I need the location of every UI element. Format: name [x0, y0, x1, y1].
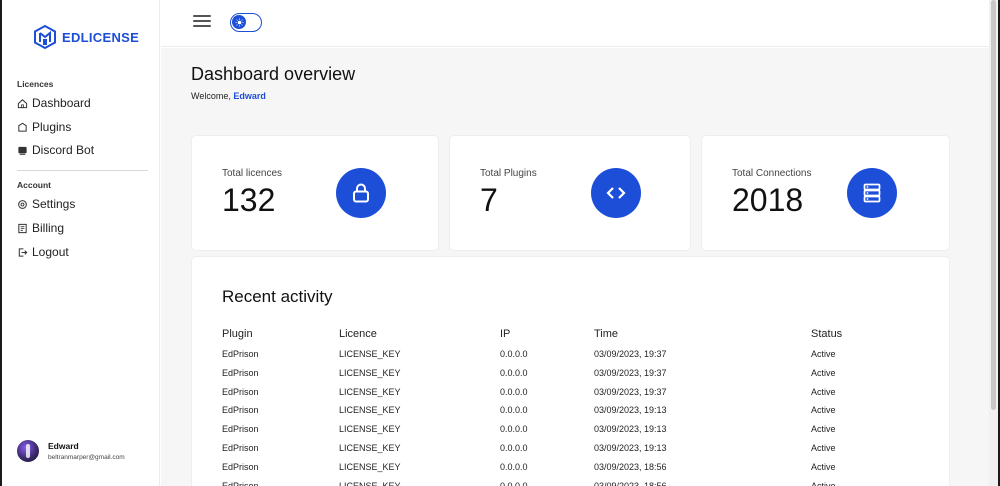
sidebar-item-label: Plugins	[32, 120, 72, 134]
table-cell-status: Active	[811, 405, 836, 416]
recent-activity-panel: Recent activity Plugin Licence IP Time S…	[192, 257, 949, 486]
stat-card-licences: Total licences 132	[192, 136, 438, 250]
user-profile[interactable]: Edward beltranmarper@gmail.com	[17, 440, 125, 462]
sidebar-item-label: Discord Bot	[32, 143, 95, 157]
sidebar-item-label: Billing	[32, 221, 65, 235]
theme-toggle[interactable]	[230, 13, 262, 32]
page-title: Dashboard overview	[191, 64, 356, 84]
column-header-status: Status	[811, 328, 843, 340]
table-cell-licence: LICENSE_KEY	[339, 367, 401, 378]
table-cell-status: Active	[811, 443, 836, 453]
table-cell-licence: LICENSE_KEY	[339, 424, 401, 435]
welcome-prefix: Welcome,	[191, 91, 231, 101]
column-header-time: Time	[594, 328, 619, 340]
table-cell-licence: LICENSE_KEY	[339, 405, 401, 416]
billing-icon	[18, 223, 27, 233]
lock-icon	[336, 168, 386, 218]
puzzle-icon	[18, 122, 27, 132]
sidebar-item-label: Dashboard	[32, 96, 91, 110]
table-cell-status: Active	[811, 386, 836, 397]
stat-value: 7	[480, 182, 498, 218]
code-icon	[591, 168, 641, 218]
table-cell-plugin: EdPrison	[222, 386, 259, 397]
sidebar-item-plugins[interactable]: Plugins	[17, 120, 71, 134]
hamburger-menu-icon[interactable]	[193, 15, 211, 29]
section-label-licences: Licences	[17, 79, 54, 89]
avatar	[17, 440, 39, 462]
welcome-user-name: Edward	[233, 91, 266, 101]
stat-value: 132	[222, 182, 276, 218]
sidebar-item-billing[interactable]: Billing	[17, 221, 64, 235]
sidebar-item-label: Logout	[32, 245, 69, 259]
stat-label: Total licences	[222, 168, 283, 179]
brand-name: EDLICENSE	[62, 29, 140, 45]
logout-icon	[18, 247, 28, 257]
section-title: Recent activity	[222, 287, 333, 306]
sidebar-item-logout[interactable]: Logout	[17, 245, 69, 259]
sun-icon	[232, 15, 246, 29]
table-cell-status: Active	[811, 349, 836, 359]
table-cell-time: 03/09/2023, 18:56	[594, 480, 667, 486]
bot-icon	[18, 146, 27, 155]
brand-logo[interactable]: EDLICENSE	[32, 24, 139, 50]
scrollbar-thumb[interactable]	[991, 0, 996, 410]
stat-label: Total Connections	[732, 168, 812, 179]
table-cell-time: 03/09/2023, 18:56	[594, 461, 667, 472]
column-header-licence: Licence	[339, 328, 377, 340]
stat-value: 2018	[732, 182, 804, 218]
column-header-plugin: Plugin	[222, 328, 253, 340]
column-header-ip: IP	[500, 328, 511, 340]
table-cell-time: 03/09/2023, 19:37	[594, 367, 667, 378]
table-cell-status: Active	[811, 424, 836, 435]
section-label-account: Account	[17, 180, 51, 190]
gear-icon	[18, 199, 27, 209]
sidebar-divider	[17, 170, 148, 171]
home-icon	[17, 98, 28, 108]
table-cell-ip: 0.0.0.0	[500, 443, 528, 453]
table-cell-ip: 0.0.0.0	[500, 405, 528, 416]
table-cell-time: 03/09/2023, 19:13	[594, 424, 667, 435]
table-cell-ip: 0.0.0.0	[500, 424, 528, 435]
table-cell-licence: LICENSE_KEY	[339, 461, 401, 472]
sidebar-item-discord-bot[interactable]: Discord Bot	[17, 143, 94, 157]
table-cell-ip: 0.0.0.0	[500, 480, 528, 486]
table-cell-ip: 0.0.0.0	[500, 461, 528, 472]
table-cell-licence: LICENSE_KEY	[339, 443, 401, 453]
table-cell-time: 03/09/2023, 19:13	[594, 443, 667, 453]
table-cell-plugin: EdPrison	[222, 349, 259, 359]
user-name: Edward	[48, 441, 79, 451]
table-cell-status: Active	[811, 461, 836, 472]
table-cell-plugin: EdPrison	[222, 367, 259, 378]
user-email: beltranmarper@gmail.com	[48, 454, 125, 461]
top-bar	[161, 0, 989, 47]
scrollbar[interactable]	[989, 0, 998, 486]
table-cell-plugin: EdPrison	[222, 461, 259, 472]
table-cell-plugin: EdPrison	[222, 443, 259, 453]
table-cell-status: Active	[811, 480, 836, 486]
table-cell-licence: LICENSE_KEY	[339, 480, 401, 486]
sidebar-item-dashboard[interactable]: Dashboard	[17, 96, 91, 110]
sidebar-item-label: Settings	[32, 197, 76, 211]
welcome-text: Welcome, Edward	[191, 91, 266, 101]
table-cell-ip: 0.0.0.0	[500, 367, 528, 378]
sidebar: EDLICENSE Licences Dashboard Plugins Dis…	[2, 0, 160, 486]
table-cell-status: Active	[811, 367, 836, 378]
stat-card-plugins: Total Plugins 7	[450, 136, 690, 250]
table-cell-ip: 0.0.0.0	[500, 386, 528, 397]
server-icon	[847, 168, 897, 218]
table-cell-time: 03/09/2023, 19:13	[594, 405, 667, 416]
stat-card-connections: Total Connections 2018	[702, 136, 949, 250]
table-cell-plugin: EdPrison	[222, 424, 259, 435]
table-cell-plugin: EdPrison	[222, 405, 259, 416]
table-cell-time: 03/09/2023, 19:37	[594, 386, 667, 397]
table-cell-ip: 0.0.0.0	[500, 349, 528, 359]
table-cell-time: 03/09/2023, 19:37	[594, 349, 667, 359]
table-cell-plugin: EdPrison	[222, 480, 259, 486]
stat-label: Total Plugins	[480, 168, 537, 179]
table-cell-licence: LICENSE_KEY	[339, 386, 401, 397]
sidebar-item-settings[interactable]: Settings	[17, 197, 75, 211]
table-cell-licence: LICENSE_KEY	[339, 349, 401, 359]
logo-icon	[34, 24, 56, 50]
